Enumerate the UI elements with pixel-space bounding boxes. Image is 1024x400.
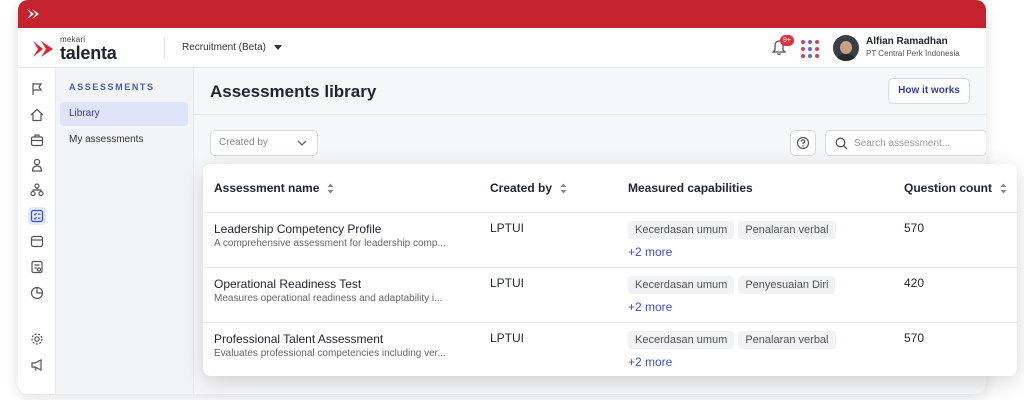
assessment-creator: LPTUI — [479, 267, 617, 323]
caret-down-icon — [273, 45, 282, 50]
app-header: mekari talenta Recruitment (Beta) 9+ Alf… — [18, 28, 986, 68]
user-info[interactable]: Alfian Ramadhan PT Central Perk Indonesi… — [866, 36, 960, 59]
search-icon — [835, 137, 848, 149]
search-box[interactable] — [825, 130, 986, 156]
page-title: Assessments library — [210, 82, 377, 101]
calendar-icon[interactable] — [28, 232, 46, 250]
apps-grid-icon[interactable] — [801, 40, 819, 58]
chevron-down-icon — [297, 140, 307, 146]
sort-icon — [560, 183, 567, 194]
pie-chart-icon[interactable] — [28, 284, 46, 302]
document-icon[interactable] — [28, 258, 46, 276]
column-header-name[interactable]: Assessment name — [203, 164, 479, 213]
assessment-description: Measures operational readiness and adapt… — [214, 292, 443, 304]
briefcase-icon[interactable] — [28, 131, 46, 149]
table-row[interactable]: Professional Talent Assessment Evaluates … — [203, 322, 1017, 376]
assessments-subnav: ASSESSMENTS Library My assessments — [56, 68, 194, 394]
more-capabilities-link[interactable]: +2 more — [628, 245, 893, 259]
capability-tag: Penyesuaian Diri — [738, 275, 836, 294]
browser-topbar — [18, 0, 986, 28]
assessment-description: A comprehensive assessment for leadershi… — [214, 237, 446, 249]
table-row[interactable]: Leadership Competency Profile A comprehen… — [203, 212, 1017, 268]
capability-tag: Kecerdasan umum — [628, 330, 735, 349]
question-count: 570 — [893, 212, 1017, 268]
user-name: Alfian Ramadhan — [866, 36, 948, 47]
mekari-logo-icon — [33, 41, 53, 57]
table-header-row: Assessment name Created by Measured capa… — [203, 164, 1017, 213]
more-capabilities-link[interactable]: +2 more — [628, 355, 893, 369]
talenta-chevron-icon — [27, 9, 39, 19]
assessment-creator: LPTUI — [490, 330, 525, 345]
avatar[interactable] — [833, 35, 859, 61]
module-selector[interactable]: Recruitment (Beta) — [182, 42, 282, 53]
title-divider — [194, 114, 986, 115]
capability-tag: Penalaran verbal — [738, 220, 836, 239]
assessment-name[interactable]: Professional Talent Assessment — [214, 331, 479, 347]
column-header-question-count[interactable]: Question count — [893, 164, 1017, 213]
brand-name: talenta — [60, 43, 117, 63]
icon-rail — [18, 68, 56, 394]
module-label: Recruitment (Beta) — [182, 42, 266, 53]
created-by-filter-label: Created by — [219, 137, 268, 148]
question-count: 570 — [904, 330, 925, 345]
flag-icon[interactable] — [28, 80, 46, 98]
subnav-heading: ASSESSMENTS — [69, 82, 155, 92]
created-by-filter[interactable]: Created by — [210, 130, 318, 156]
table-row[interactable]: Operational Readiness Test Measures opera… — [203, 267, 1017, 323]
assessment-name[interactable]: Operational Readiness Test — [214, 276, 479, 292]
assessments-table: Assessment name Created by Measured capa… — [203, 164, 1017, 376]
home-icon[interactable] — [28, 106, 46, 124]
how-it-works-button[interactable]: How it works — [888, 78, 970, 104]
capability-tag: Kecerdasan umum — [628, 220, 735, 239]
sort-icon — [1000, 183, 1007, 194]
notification-badge: 9+ — [780, 35, 794, 46]
org-chart-icon[interactable] — [28, 181, 46, 199]
assessments-table-card: Assessment name Created by Measured capa… — [203, 164, 1017, 376]
question-icon — [796, 136, 810, 150]
megaphone-icon[interactable] — [28, 356, 46, 374]
sort-icon — [327, 183, 334, 194]
assessment-description: Evaluates professional competencies incl… — [214, 347, 446, 359]
more-capabilities-link[interactable]: +2 more — [628, 300, 893, 314]
header-divider — [164, 38, 165, 58]
subnav-item-my-assessments[interactable]: My assessments — [60, 128, 188, 152]
subnav-item-library[interactable]: Library — [60, 102, 188, 126]
column-header-created-by[interactable]: Created by — [479, 164, 617, 213]
help-button[interactable] — [790, 130, 816, 156]
capability-tag: Kecerdasan umum — [628, 275, 735, 294]
search-input[interactable] — [854, 137, 974, 149]
capability-tag: Penalaran verbal — [738, 330, 836, 349]
assessment-icon[interactable] — [28, 207, 46, 225]
talenta-logo[interactable]: mekari talenta — [32, 36, 117, 62]
question-count: 420 — [893, 267, 1017, 323]
column-header-capabilities: Measured capabilities — [617, 164, 893, 213]
user-company: PT Central Perk Indonesia — [866, 48, 960, 58]
assessment-name[interactable]: Leadership Competency Profile — [214, 221, 479, 237]
person-icon[interactable] — [28, 156, 46, 174]
settings-icon[interactable] — [28, 330, 46, 348]
assessment-creator: LPTUI — [479, 212, 617, 268]
